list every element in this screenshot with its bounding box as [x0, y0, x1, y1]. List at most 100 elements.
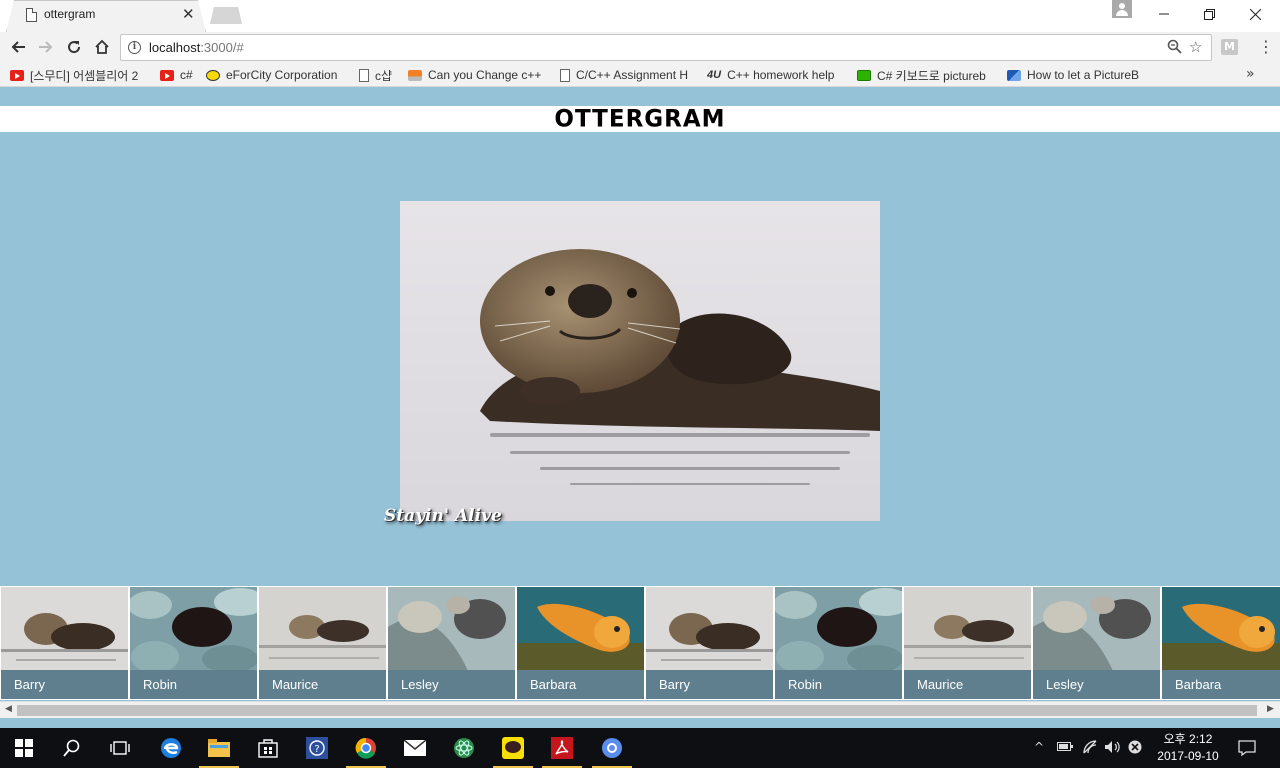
otter-on-rocks-image[interactable] — [130, 587, 257, 671]
windows-taskbar: ? ^ 오후 2:12 2017-09-10 — [0, 728, 1280, 768]
network-icon[interactable] — [1083, 740, 1099, 757]
otter-orange-sunset-image[interactable] — [517, 587, 644, 671]
tab-close-icon[interactable]: ✕ — [182, 5, 195, 23]
bookmark-label: C++ homework help — [727, 68, 835, 82]
stackoverflow-icon — [408, 69, 422, 81]
show-hidden-icons-icon[interactable]: ^ — [1034, 740, 1044, 754]
notification-off-icon[interactable] — [1128, 740, 1142, 757]
youtube-icon — [160, 69, 174, 81]
chrome-icon[interactable] — [346, 736, 386, 768]
bookmarks-overflow-icon[interactable]: » — [1246, 66, 1255, 82]
thumbnail-label: Barbara — [1162, 670, 1280, 699]
otter-pair-image[interactable] — [1033, 587, 1160, 671]
thumbnail-label: Barbara — [517, 670, 644, 699]
mail-icon[interactable] — [403, 736, 427, 760]
detail-image — [400, 201, 880, 521]
thumbnail-label: Barry — [646, 670, 773, 699]
bookmark-item[interactable]: Can you Change c++ — [408, 67, 548, 83]
forward-icon[interactable] — [35, 36, 57, 58]
scrollbar-thumb[interactable] — [17, 705, 1257, 716]
otter-resting-image[interactable] — [904, 587, 1031, 671]
bookmark-item[interactable]: C# 키보드로 pictureb — [857, 67, 993, 83]
chrome-app-icon[interactable] — [592, 736, 632, 768]
green-site-icon — [857, 69, 871, 81]
thumbnail-list: Barry Robin Maurice Lesley Barbara Barry… — [0, 586, 1280, 700]
window-close-button[interactable] — [1232, 0, 1278, 28]
bookmark-item[interactable]: [스무디] 어셈블리어 2 — [10, 67, 150, 83]
logo-text: OTTERGRAM — [554, 105, 726, 133]
scroll-right-icon[interactable]: ▶ — [1267, 704, 1274, 714]
otter-floating-image[interactable] — [646, 587, 773, 671]
home-icon[interactable] — [91, 36, 113, 58]
profile-icon[interactable] — [1112, 0, 1132, 18]
task-view-icon[interactable] — [108, 736, 132, 760]
scroll-left-icon[interactable]: ◀ — [5, 704, 12, 714]
help-app-icon[interactable]: ? — [305, 736, 329, 760]
menu-icon[interactable]: ⋮ — [1258, 37, 1274, 56]
acrobat-icon[interactable] — [542, 736, 582, 768]
zoom-icon[interactable] — [1167, 39, 1182, 58]
horizontal-scrollbar[interactable]: ◀ ▶ — [0, 701, 1280, 718]
kakaotalk-icon[interactable] — [493, 736, 533, 768]
bookmark-label: eForCity Corporation — [226, 68, 338, 82]
thumbnail-item[interactable]: Lesley — [1032, 586, 1161, 700]
page-icon — [359, 68, 369, 82]
restore-button[interactable] — [1186, 0, 1232, 28]
thumbnail-item[interactable]: Robin — [774, 586, 903, 700]
otter-resting-image[interactable] — [259, 587, 386, 671]
bookmark-item[interactable]: c샵 — [359, 67, 399, 83]
star-icon[interactable]: ☆ — [1189, 38, 1202, 56]
eforcity-icon — [206, 69, 220, 81]
volume-icon[interactable] — [1104, 740, 1122, 757]
bookmark-label: C# 키보드로 pictureb — [877, 68, 986, 83]
info-icon[interactable]: i — [128, 41, 141, 54]
bookmark-item[interactable]: eForCity Corporation — [206, 67, 344, 83]
url-text[interactable]: localhost:3000/# — [149, 40, 244, 55]
bookmark-label: Can you Change c++ — [428, 68, 542, 82]
bookmark-item[interactable]: 4U C++ homework help — [707, 67, 845, 83]
browser-toolbar: i localhost:3000/# ☆ M ⋮ — [0, 32, 1280, 63]
otter-on-rocks-image[interactable] — [775, 587, 902, 671]
action-center-icon[interactable] — [1238, 740, 1256, 759]
tab-title: ottergram — [44, 7, 96, 21]
thumbnail-item[interactable]: Barbara — [1161, 586, 1280, 700]
reload-icon[interactable] — [63, 36, 85, 58]
new-tab-button[interactable] — [210, 7, 242, 24]
thumbnail-item[interactable]: Barry — [645, 586, 774, 700]
battery-icon[interactable] — [1057, 740, 1073, 755]
detail-title: Stayin' Alive — [384, 506, 502, 526]
thumbnail-item[interactable]: Maurice — [258, 586, 387, 700]
atom-icon[interactable] — [452, 736, 476, 760]
thumbnail-item[interactable]: Lesley — [387, 586, 516, 700]
otter-pair-image[interactable] — [388, 587, 515, 671]
thumbnail-item[interactable]: Barry — [0, 586, 129, 700]
thumbnail-item[interactable]: Robin — [129, 586, 258, 700]
search-icon[interactable] — [60, 736, 84, 760]
system-clock[interactable]: 오후 2:12 2017-09-10 — [1150, 731, 1226, 765]
bookmark-item[interactable]: How to let a PictureB — [1007, 67, 1145, 83]
file-explorer-icon[interactable] — [199, 736, 239, 768]
extension-icon[interactable]: M — [1221, 39, 1238, 55]
back-icon[interactable] — [7, 36, 29, 58]
thumbnail-item[interactable]: Maurice — [903, 586, 1032, 700]
thumbnail-label: Robin — [130, 670, 257, 699]
thumbnail-label: Lesley — [1033, 670, 1160, 699]
page-icon — [560, 68, 570, 82]
store-icon[interactable] — [256, 736, 280, 760]
thumbnail-label: Lesley — [388, 670, 515, 699]
otter-orange-sunset-image[interactable] — [1162, 587, 1280, 671]
address-bar[interactable]: i localhost:3000/# ☆ — [120, 34, 1212, 61]
page-icon — [26, 8, 37, 22]
otter-floating-image[interactable] — [1, 587, 128, 671]
bookmark-label: c샵 — [375, 68, 393, 83]
minimize-button[interactable] — [1141, 0, 1187, 28]
clock-date: 2017-09-10 — [1157, 749, 1219, 763]
bookmark-item[interactable]: c# — [160, 67, 200, 83]
windows-start-icon[interactable] — [12, 736, 36, 760]
thumbnail-item[interactable]: Barbara — [516, 586, 645, 700]
edge-browser-icon[interactable] — [159, 736, 183, 760]
thumbnail-label: Maurice — [904, 670, 1031, 699]
blue-site-icon — [1007, 69, 1021, 81]
bookmark-item[interactable]: C/C++ Assignment H — [560, 67, 695, 83]
thumbnail-label: Maurice — [259, 670, 386, 699]
